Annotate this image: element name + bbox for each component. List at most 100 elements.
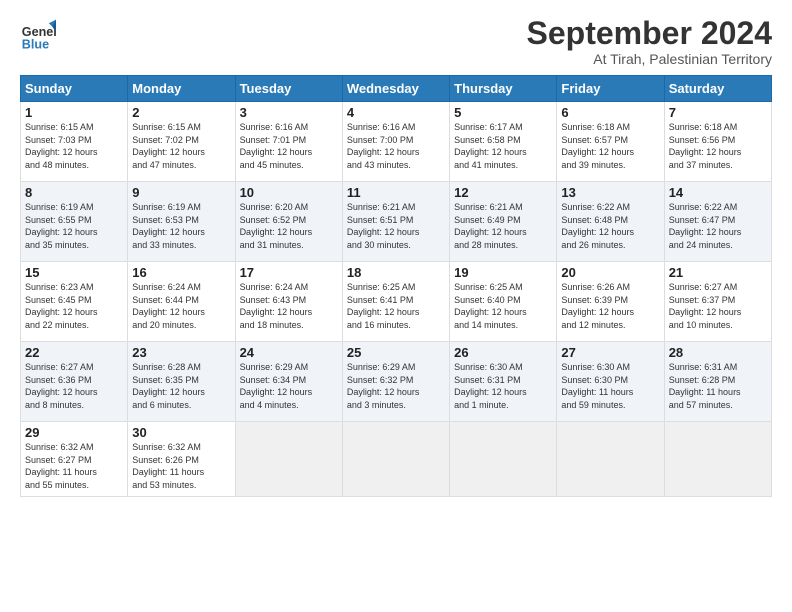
day-info: Sunrise: 6:17 AM Sunset: 6:58 PM Dayligh… xyxy=(454,121,552,171)
day-info: Sunrise: 6:32 AM Sunset: 6:26 PM Dayligh… xyxy=(132,441,230,491)
day-info: Sunrise: 6:30 AM Sunset: 6:31 PM Dayligh… xyxy=(454,361,552,411)
day-number: 7 xyxy=(669,105,767,120)
calendar-cell: 10Sunrise: 6:20 AM Sunset: 6:52 PM Dayli… xyxy=(235,182,342,262)
calendar-cell: 19Sunrise: 6:25 AM Sunset: 6:40 PM Dayli… xyxy=(450,262,557,342)
day-number: 2 xyxy=(132,105,230,120)
logo-icon: General Blue xyxy=(20,16,56,52)
calendar-cell: 28Sunrise: 6:31 AM Sunset: 6:28 PM Dayli… xyxy=(664,342,771,422)
calendar-cell xyxy=(557,422,664,496)
day-info: Sunrise: 6:28 AM Sunset: 6:35 PM Dayligh… xyxy=(132,361,230,411)
calendar-cell: 2Sunrise: 6:15 AM Sunset: 7:02 PM Daylig… xyxy=(128,102,235,182)
calendar-cell xyxy=(450,422,557,496)
svg-text:Blue: Blue xyxy=(22,37,49,51)
calendar-cell: 30Sunrise: 6:32 AM Sunset: 6:26 PM Dayli… xyxy=(128,422,235,496)
day-number: 27 xyxy=(561,345,659,360)
calendar-cell: 27Sunrise: 6:30 AM Sunset: 6:30 PM Dayli… xyxy=(557,342,664,422)
calendar-week-row: 15Sunrise: 6:23 AM Sunset: 6:45 PM Dayli… xyxy=(21,262,772,342)
month-title: September 2024 xyxy=(527,16,772,51)
calendar-cell xyxy=(235,422,342,496)
calendar-cell: 29Sunrise: 6:32 AM Sunset: 6:27 PM Dayli… xyxy=(21,422,128,496)
day-info: Sunrise: 6:16 AM Sunset: 7:01 PM Dayligh… xyxy=(240,121,338,171)
title-block: September 2024 At Tirah, Palestinian Ter… xyxy=(527,16,772,67)
day-number: 11 xyxy=(347,185,445,200)
day-number: 10 xyxy=(240,185,338,200)
day-number: 24 xyxy=(240,345,338,360)
header-friday: Friday xyxy=(557,76,664,102)
day-info: Sunrise: 6:24 AM Sunset: 6:44 PM Dayligh… xyxy=(132,281,230,331)
day-info: Sunrise: 6:24 AM Sunset: 6:43 PM Dayligh… xyxy=(240,281,338,331)
day-info: Sunrise: 6:20 AM Sunset: 6:52 PM Dayligh… xyxy=(240,201,338,251)
calendar-cell: 21Sunrise: 6:27 AM Sunset: 6:37 PM Dayli… xyxy=(664,262,771,342)
header-wednesday: Wednesday xyxy=(342,76,449,102)
calendar-cell: 14Sunrise: 6:22 AM Sunset: 6:47 PM Dayli… xyxy=(664,182,771,262)
day-number: 13 xyxy=(561,185,659,200)
day-number: 17 xyxy=(240,265,338,280)
calendar-cell: 25Sunrise: 6:29 AM Sunset: 6:32 PM Dayli… xyxy=(342,342,449,422)
day-info: Sunrise: 6:19 AM Sunset: 6:55 PM Dayligh… xyxy=(25,201,123,251)
day-number: 21 xyxy=(669,265,767,280)
header-thursday: Thursday xyxy=(450,76,557,102)
day-info: Sunrise: 6:31 AM Sunset: 6:28 PM Dayligh… xyxy=(669,361,767,411)
logo: General Blue xyxy=(20,16,56,52)
day-number: 25 xyxy=(347,345,445,360)
day-info: Sunrise: 6:18 AM Sunset: 6:56 PM Dayligh… xyxy=(669,121,767,171)
calendar-cell: 7Sunrise: 6:18 AM Sunset: 6:56 PM Daylig… xyxy=(664,102,771,182)
day-info: Sunrise: 6:27 AM Sunset: 6:37 PM Dayligh… xyxy=(669,281,767,331)
calendar-cell: 16Sunrise: 6:24 AM Sunset: 6:44 PM Dayli… xyxy=(128,262,235,342)
calendar-table: Sunday Monday Tuesday Wednesday Thursday… xyxy=(20,75,772,496)
calendar-cell: 9Sunrise: 6:19 AM Sunset: 6:53 PM Daylig… xyxy=(128,182,235,262)
header: General Blue September 2024 At Tirah, Pa… xyxy=(20,16,772,67)
day-number: 6 xyxy=(561,105,659,120)
calendar-cell: 24Sunrise: 6:29 AM Sunset: 6:34 PM Dayli… xyxy=(235,342,342,422)
calendar-cell: 20Sunrise: 6:26 AM Sunset: 6:39 PM Dayli… xyxy=(557,262,664,342)
day-info: Sunrise: 6:18 AM Sunset: 6:57 PM Dayligh… xyxy=(561,121,659,171)
calendar-cell xyxy=(664,422,771,496)
calendar-cell: 17Sunrise: 6:24 AM Sunset: 6:43 PM Dayli… xyxy=(235,262,342,342)
day-info: Sunrise: 6:30 AM Sunset: 6:30 PM Dayligh… xyxy=(561,361,659,411)
day-info: Sunrise: 6:32 AM Sunset: 6:27 PM Dayligh… xyxy=(25,441,123,491)
calendar-cell xyxy=(342,422,449,496)
day-number: 30 xyxy=(132,425,230,440)
day-info: Sunrise: 6:16 AM Sunset: 7:00 PM Dayligh… xyxy=(347,121,445,171)
calendar-cell: 4Sunrise: 6:16 AM Sunset: 7:00 PM Daylig… xyxy=(342,102,449,182)
calendar-cell: 13Sunrise: 6:22 AM Sunset: 6:48 PM Dayli… xyxy=(557,182,664,262)
day-number: 12 xyxy=(454,185,552,200)
header-sunday: Sunday xyxy=(21,76,128,102)
day-number: 14 xyxy=(669,185,767,200)
day-number: 15 xyxy=(25,265,123,280)
day-number: 1 xyxy=(25,105,123,120)
day-number: 22 xyxy=(25,345,123,360)
calendar-cell: 22Sunrise: 6:27 AM Sunset: 6:36 PM Dayli… xyxy=(21,342,128,422)
day-number: 23 xyxy=(132,345,230,360)
calendar-week-row: 29Sunrise: 6:32 AM Sunset: 6:27 PM Dayli… xyxy=(21,422,772,496)
day-info: Sunrise: 6:27 AM Sunset: 6:36 PM Dayligh… xyxy=(25,361,123,411)
day-info: Sunrise: 6:25 AM Sunset: 6:40 PM Dayligh… xyxy=(454,281,552,331)
day-info: Sunrise: 6:15 AM Sunset: 7:02 PM Dayligh… xyxy=(132,121,230,171)
day-info: Sunrise: 6:21 AM Sunset: 6:51 PM Dayligh… xyxy=(347,201,445,251)
day-number: 28 xyxy=(669,345,767,360)
calendar-cell: 23Sunrise: 6:28 AM Sunset: 6:35 PM Dayli… xyxy=(128,342,235,422)
header-tuesday: Tuesday xyxy=(235,76,342,102)
day-number: 9 xyxy=(132,185,230,200)
day-info: Sunrise: 6:22 AM Sunset: 6:48 PM Dayligh… xyxy=(561,201,659,251)
calendar-cell: 5Sunrise: 6:17 AM Sunset: 6:58 PM Daylig… xyxy=(450,102,557,182)
day-number: 20 xyxy=(561,265,659,280)
day-info: Sunrise: 6:22 AM Sunset: 6:47 PM Dayligh… xyxy=(669,201,767,251)
calendar-cell: 26Sunrise: 6:30 AM Sunset: 6:31 PM Dayli… xyxy=(450,342,557,422)
calendar-header-row: Sunday Monday Tuesday Wednesday Thursday… xyxy=(21,76,772,102)
header-monday: Monday xyxy=(128,76,235,102)
subtitle: At Tirah, Palestinian Territory xyxy=(527,51,772,67)
calendar-cell: 6Sunrise: 6:18 AM Sunset: 6:57 PM Daylig… xyxy=(557,102,664,182)
calendar-week-row: 8Sunrise: 6:19 AM Sunset: 6:55 PM Daylig… xyxy=(21,182,772,262)
day-info: Sunrise: 6:21 AM Sunset: 6:49 PM Dayligh… xyxy=(454,201,552,251)
calendar-cell: 1Sunrise: 6:15 AM Sunset: 7:03 PM Daylig… xyxy=(21,102,128,182)
day-info: Sunrise: 6:19 AM Sunset: 6:53 PM Dayligh… xyxy=(132,201,230,251)
calendar-cell: 3Sunrise: 6:16 AM Sunset: 7:01 PM Daylig… xyxy=(235,102,342,182)
day-number: 3 xyxy=(240,105,338,120)
day-number: 19 xyxy=(454,265,552,280)
calendar-cell: 11Sunrise: 6:21 AM Sunset: 6:51 PM Dayli… xyxy=(342,182,449,262)
calendar-week-row: 22Sunrise: 6:27 AM Sunset: 6:36 PM Dayli… xyxy=(21,342,772,422)
day-info: Sunrise: 6:23 AM Sunset: 6:45 PM Dayligh… xyxy=(25,281,123,331)
calendar-cell: 12Sunrise: 6:21 AM Sunset: 6:49 PM Dayli… xyxy=(450,182,557,262)
day-number: 4 xyxy=(347,105,445,120)
